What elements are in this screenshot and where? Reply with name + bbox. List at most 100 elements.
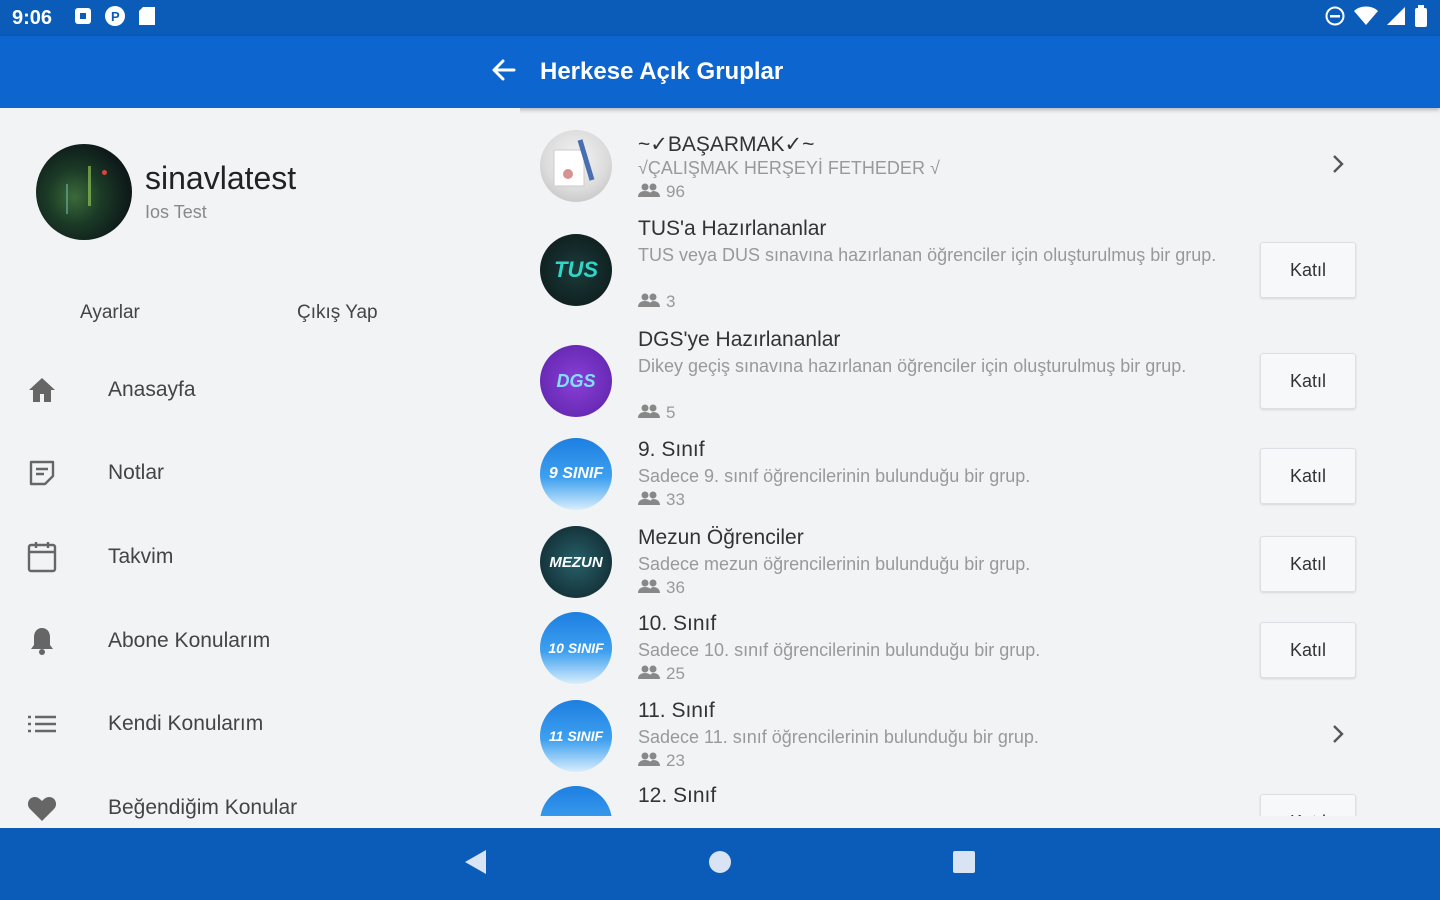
member-count: 33 (666, 490, 685, 509)
menu-item-label: Kendi Konularım (108, 712, 264, 735)
svg-text:P: P (111, 9, 120, 24)
signal-icon (1386, 6, 1406, 31)
member-count: 96 (666, 182, 685, 201)
group-row[interactable]: DGS DGS'ye Hazırlananlar Dikey geçiş sın… (520, 318, 1440, 430)
group-row[interactable]: 9 SINIF 9. Sınıf Sadece 9. sınıf öğrenci… (520, 430, 1440, 518)
menu-item-label: Notlar (108, 461, 165, 484)
group-avatar: TUS (540, 234, 612, 306)
group-members: 25 (638, 664, 685, 684)
group-members: 23 (638, 751, 685, 771)
sd-card-icon (138, 6, 156, 31)
join-button[interactable]: Katıl (1260, 622, 1356, 678)
app-bar: Herkese Açık Gruplar (0, 36, 1440, 108)
people-icon (638, 182, 660, 202)
people-icon (638, 403, 660, 423)
menu-item-home[interactable]: Anasayfa (0, 360, 520, 420)
people-icon (638, 490, 660, 510)
group-name: 11. Sınıf (638, 699, 715, 722)
member-count: 3 (666, 292, 676, 311)
square-recents-icon (952, 850, 976, 879)
join-button[interactable]: Katıl (1260, 353, 1356, 409)
status-time: 9:06 (12, 6, 53, 29)
group-row[interactable]: 10 SINIF 10. Sınıf Sadece 10. sınıf öğre… (520, 606, 1440, 692)
user-subtitle: Ios Test (145, 202, 207, 222)
group-description: Sadece mezun öğrencilerinin bulunduğu bi… (638, 554, 1031, 574)
logout-link[interactable]: Çıkış Yap (297, 302, 378, 324)
home-icon (26, 374, 58, 406)
bell-icon (26, 625, 58, 657)
nav-home-button[interactable] (702, 846, 738, 882)
menu-item-subscriptions[interactable]: Abone Konularım (0, 611, 520, 671)
group-description: Sadece 9. sınıf öğrencilerinin bulunduğu… (638, 466, 1031, 486)
group-description: Sadece 10. sınıf öğrencilerinin bulunduğ… (638, 640, 1041, 660)
group-row[interactable]: MEZUN Mezun Öğrenciler Sadece mezun öğre… (520, 518, 1440, 606)
group-list: ~✓BAŞARMAK✓~ √ÇALIŞMAK HERŞEYİ FETHEDER … (520, 108, 1440, 816)
group-row[interactable]: TUS TUS'a Hazırlananlar TUS veya DUS sın… (520, 208, 1440, 318)
group-row[interactable]: 12. Sınıf Katıl (520, 778, 1440, 816)
settings-link[interactable]: Ayarlar (80, 302, 140, 324)
group-avatar: 9 SINIF (540, 438, 612, 510)
group-description: TUS veya DUS sınavına hazırlanan öğrenci… (638, 245, 1217, 265)
user-name: sinavlatest (145, 160, 297, 196)
group-avatar (540, 786, 612, 816)
page-title: Herkese Açık Gruplar (540, 58, 784, 85)
people-icon (638, 664, 660, 684)
menu-item-label: Anasayfa (108, 378, 196, 401)
group-members: 3 (638, 292, 675, 312)
group-description: √ÇALIŞMAK HERŞEYİ FETHEDER √ (638, 158, 940, 178)
group-members: 36 (638, 578, 685, 598)
do-not-disturb-icon (1324, 5, 1346, 32)
group-description: Dikey geçiş sınavına hazırlanan öğrencil… (638, 356, 1187, 376)
group-members: 96 (638, 182, 685, 202)
chevron-right-icon (1331, 723, 1345, 750)
member-count: 5 (666, 403, 676, 422)
menu-item-calendar[interactable]: Takvim (0, 527, 520, 587)
nav-back-button[interactable] (458, 846, 494, 882)
group-row[interactable]: 11 SINIF 11. Sınıf Sadece 11. sınıf öğre… (520, 692, 1440, 778)
join-button[interactable]: Katıl (1260, 448, 1356, 504)
triangle-back-icon (464, 849, 488, 880)
battery-icon (1414, 4, 1428, 32)
calendar-icon (26, 541, 58, 573)
notification-p-icon: P (104, 5, 126, 32)
list-icon (26, 708, 58, 740)
system-navigation-bar (0, 828, 1440, 900)
member-count: 23 (666, 751, 685, 770)
group-members: 5 (638, 403, 675, 423)
chevron-right-icon (1331, 153, 1345, 180)
note-icon (26, 457, 58, 489)
group-members: 33 (638, 490, 685, 510)
group-avatar: 10 SINIF (540, 612, 612, 684)
arrow-left-icon (490, 56, 518, 89)
group-name: Mezun Öğrenciler (638, 526, 804, 549)
user-avatar[interactable] (36, 144, 132, 240)
group-name: 10. Sınıf (638, 612, 717, 635)
join-button[interactable]: Katıl (1260, 794, 1356, 816)
menu-item-liked-topics[interactable]: Beğendiğim Konular (0, 778, 520, 828)
group-open-button[interactable] (1326, 724, 1350, 748)
group-name: TUS'a Hazırlananlar (638, 217, 827, 240)
menu-item-my-topics[interactable]: Kendi Konularım (0, 694, 520, 754)
member-count: 25 (666, 664, 685, 683)
menu-item-notes[interactable]: Notlar (0, 443, 520, 503)
navigation-drawer: sinavlatest Ios Test Ayarlar Çıkış Yap A… (0, 108, 520, 828)
join-button[interactable]: Katıl (1260, 536, 1356, 592)
member-count: 36 (666, 578, 685, 597)
wifi-icon (1354, 6, 1378, 31)
group-name: 12. Sınıf (638, 784, 717, 807)
status-bar: 9:06 P (0, 0, 1440, 36)
people-icon (638, 292, 660, 312)
group-avatar: MEZUN (540, 526, 612, 598)
group-avatar: 11 SINIF (540, 700, 612, 772)
back-button[interactable] (486, 54, 522, 90)
group-name: DGS'ye Hazırlananlar (638, 328, 841, 351)
group-avatar: DGS (540, 345, 612, 417)
people-icon (638, 751, 660, 771)
group-open-button[interactable] (1326, 154, 1350, 178)
menu-item-label: Abone Konularım (108, 629, 271, 652)
nav-recents-button[interactable] (946, 846, 982, 882)
group-row[interactable]: ~✓BAŞARMAK✓~ √ÇALIŞMAK HERŞEYİ FETHEDER … (520, 108, 1440, 208)
menu-item-label: Takvim (108, 545, 174, 568)
join-button[interactable]: Katıl (1260, 242, 1356, 298)
group-description: Sadece 11. sınıf öğrencilerinin bulunduğ… (638, 727, 1039, 747)
